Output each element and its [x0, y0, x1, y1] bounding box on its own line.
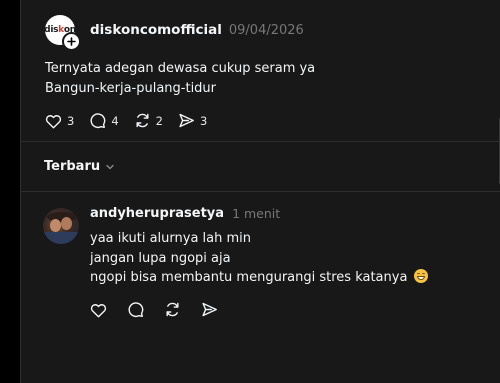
repost-count: 2 [155, 113, 163, 128]
reply-share-button[interactable] [201, 301, 218, 318]
repost-icon [136, 113, 149, 128]
repost-button[interactable]: 2 [134, 112, 163, 129]
send-icon [179, 113, 194, 128]
logo-text-part: dis [44, 25, 59, 35]
share-button[interactable]: 3 [178, 112, 207, 129]
post-text: Ternyata adegan dewasa cukup seram ya Ba… [45, 59, 315, 99]
reply-like-button[interactable] [90, 302, 107, 318]
heart-icon [45, 114, 62, 128]
chevron-down-icon [106, 164, 114, 169]
post-text-line: Bangun-kerja-pulang-tidur [45, 81, 217, 96]
reply-repost-button[interactable] [164, 301, 181, 318]
sort-dropdown[interactable]: Terbaru [44, 159, 115, 174]
reply-text-line-with-emoji: ngopi bisa membantu mengurangi stres kat… [90, 268, 428, 288]
sort-label: Terbaru [44, 159, 101, 174]
post-actions: 3 4 2 3 [45, 112, 222, 129]
comment-icon [128, 302, 144, 318]
like-count: 3 [67, 113, 75, 128]
comment-button[interactable]: 4 [89, 112, 119, 129]
reply-text-line: yaa ikuti alurnya lah min [90, 231, 252, 246]
post-text-line: Ternyata adegan dewasa cukup seram ya [45, 61, 316, 76]
thread-panel: dis k on diskoncomofficial 09/04/2026 Tern… [20, 0, 500, 383]
comment-icon [90, 113, 106, 129]
divider [21, 141, 500, 142]
reply-avatar[interactable] [43, 208, 79, 244]
post-header: dis k on diskoncomofficial 09/04/2026 [44, 14, 304, 51]
follow-plus-icon[interactable] [62, 32, 81, 51]
reply-text-line: jangan lupa ngopi aja [90, 250, 231, 266]
reply-timestamp: 1 menit [232, 206, 281, 221]
reply-text-line: ngopi bisa membantu mengurangi stres kat… [90, 270, 408, 285]
post-timestamp: 09/04/2026 [228, 22, 304, 38]
reply-text: yaa ikuti alurnya lah min jangan lupa ng… [90, 229, 428, 288]
send-icon [202, 302, 217, 317]
grinning-emoji-icon [413, 269, 428, 283]
reply-header: andyheruprasetya 1 menit [90, 206, 280, 221]
like-button[interactable]: 3 [45, 113, 74, 129]
divider [21, 191, 500, 192]
reply-comment-button[interactable] [127, 301, 144, 318]
repost-icon [166, 302, 179, 317]
avatar[interactable]: dis k on [44, 15, 81, 51]
heart-icon [90, 303, 107, 317]
post-username[interactable]: diskoncomofficial [90, 22, 222, 38]
share-count: 3 [199, 113, 208, 128]
reply-username[interactable]: andyheruprasetya [90, 206, 224, 221]
reply-actions [90, 301, 238, 318]
comment-count: 4 [111, 113, 119, 128]
